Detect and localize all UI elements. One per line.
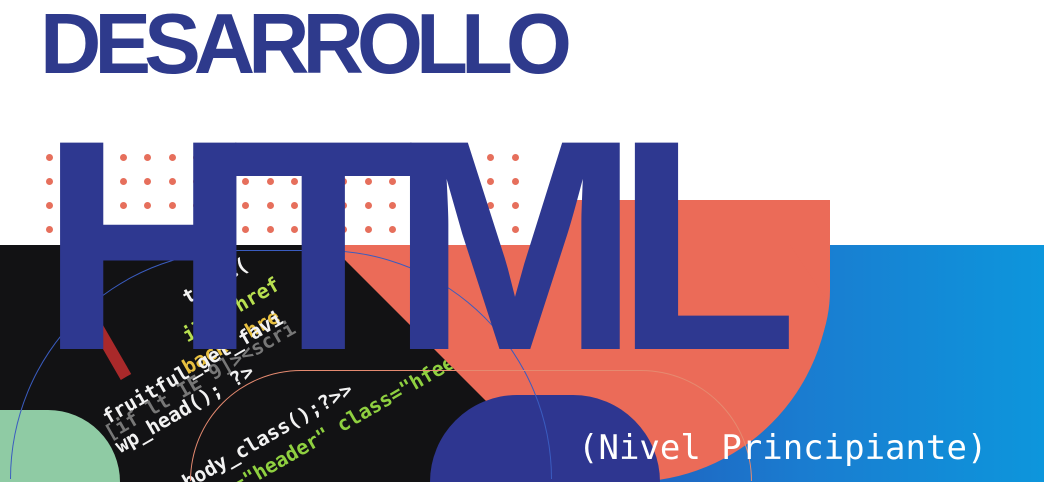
- subtitle: (Nivel Principiante): [578, 428, 988, 468]
- main-title: HTML: [40, 77, 798, 413]
